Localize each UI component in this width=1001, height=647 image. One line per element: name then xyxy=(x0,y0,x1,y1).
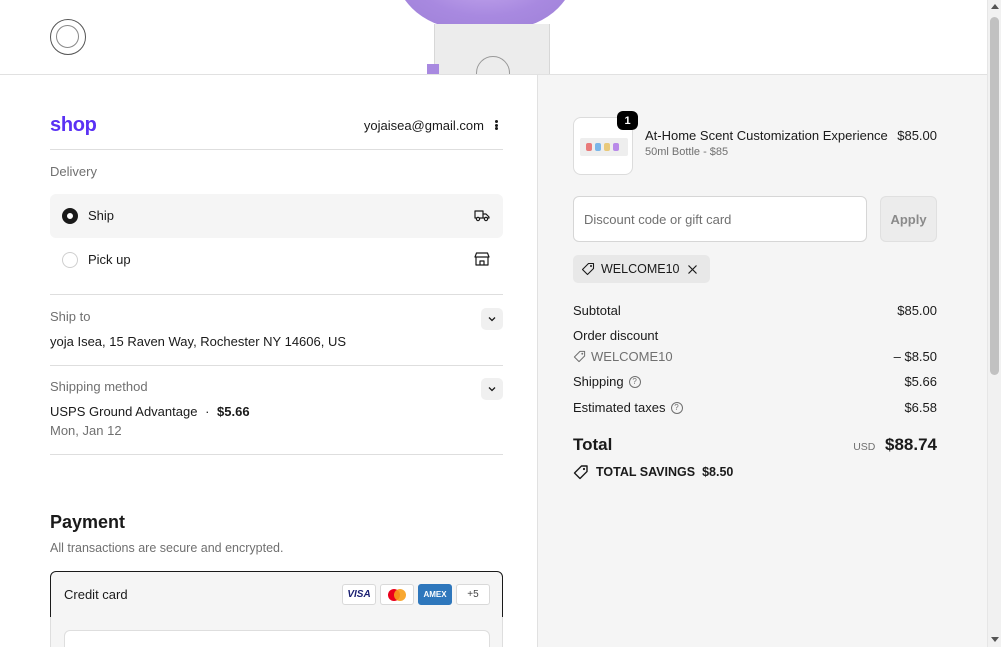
shipping-service: USPS Ground Advantage · $5.66 xyxy=(50,404,250,419)
ship-to-expand-button[interactable] xyxy=(481,308,503,330)
product-price: $85.00 xyxy=(897,128,937,143)
ship-label: Ship xyxy=(88,208,115,223)
olfactory-logo-icon[interactable] xyxy=(50,19,86,55)
card-number-field[interactable] xyxy=(64,630,490,647)
shipping-service-price: $5.66 xyxy=(217,404,250,419)
savings-tag-icon xyxy=(573,465,588,480)
shop-pay-logo: shop xyxy=(50,114,97,136)
header-banner-image xyxy=(380,0,590,74)
delivery-label: Delivery xyxy=(50,164,97,179)
question-icon[interactable]: ? xyxy=(628,375,641,388)
total-label: Total xyxy=(573,435,613,454)
quantity-badge: 1 xyxy=(617,111,638,130)
kebab-menu-icon[interactable] xyxy=(488,117,504,133)
tag-icon xyxy=(581,262,595,276)
order-discount-code-row: WELCOME10 – $8.50 xyxy=(573,349,937,364)
taxes-label-wrap: Estimated taxes ? xyxy=(573,400,683,415)
more-cards-badge: +5 xyxy=(456,584,490,605)
order-discount-value: – $8.50 xyxy=(893,349,937,364)
apply-discount-button[interactable]: Apply xyxy=(880,196,937,242)
delivery-option-ship[interactable]: Ship xyxy=(50,194,503,238)
ship-radio[interactable] xyxy=(62,208,78,224)
shipping-service-name: USPS Ground Advantage xyxy=(50,404,198,419)
question-icon[interactable]: ? xyxy=(670,401,683,414)
shipping-method-expand-button[interactable] xyxy=(481,378,503,400)
total-currency: USD xyxy=(853,441,876,453)
total-row: Total USD $88.74 xyxy=(573,435,937,455)
checkout-form: shop yojaisea@gmail.com Delivery Ship Pi… xyxy=(0,75,537,647)
product-name: At-Home Scent Customization Experience xyxy=(645,128,888,143)
divider xyxy=(50,149,503,150)
chevron-down-icon xyxy=(488,317,496,322)
ship-to-label: Ship to xyxy=(50,309,91,324)
total-value: $88.74 xyxy=(885,435,937,454)
product-variant: 50ml Bottle - $85 xyxy=(645,146,729,158)
credit-card-label: Credit card xyxy=(64,587,128,602)
ribbon-image xyxy=(427,64,439,74)
pickup-label: Pick up xyxy=(88,252,131,267)
visa-icon: VISA xyxy=(342,584,376,605)
delivery-option-pickup[interactable]: Pick up xyxy=(50,238,503,282)
logo-inner-ring xyxy=(56,25,79,48)
scroll-up-arrow-icon[interactable] xyxy=(991,4,999,9)
applied-discount-code: WELCOME10 xyxy=(601,262,680,276)
remove-discount-close-icon[interactable] xyxy=(686,262,700,276)
pickup-radio[interactable] xyxy=(62,252,78,268)
payment-title: Payment xyxy=(50,512,126,532)
shipping-value: $5.66 xyxy=(904,374,937,389)
subtotal-row: Subtotal $85.00 xyxy=(573,303,937,318)
taxes-label: Estimated taxes xyxy=(573,400,666,415)
discount-code-input[interactable] xyxy=(573,196,867,242)
chevron-down-icon xyxy=(488,387,496,392)
delivery-date: Mon, Jan 12 xyxy=(50,423,122,438)
divider xyxy=(50,365,503,366)
tag-icon xyxy=(573,350,586,363)
payment-subtitle: All transactions are secure and encrypte… xyxy=(50,541,284,555)
savings-value: $8.50 xyxy=(702,465,734,479)
card-brand-logos: VISA AMEX +5 xyxy=(342,584,490,605)
order-discount-row: Order discount xyxy=(573,328,937,343)
separator-dot: · xyxy=(205,404,210,419)
ship-to-address: yoja Isea, 15 Raven Way, Rochester NY 14… xyxy=(50,334,347,349)
total-amount: USD $88.74 xyxy=(853,435,937,455)
product-vials-image xyxy=(586,143,619,151)
order-discount-code: WELCOME10 xyxy=(573,349,673,364)
credit-card-fields xyxy=(50,617,503,647)
page-scrollbar[interactable] xyxy=(987,0,1001,647)
amex-icon: AMEX xyxy=(418,584,452,605)
credit-card-option[interactable]: Credit card VISA AMEX +5 xyxy=(50,571,503,618)
taxes-row: Estimated taxes ? $6.58 xyxy=(573,400,937,415)
shipping-row: Shipping ? $5.66 xyxy=(573,374,937,389)
divider xyxy=(50,454,503,455)
divider xyxy=(50,294,503,295)
shipping-method-label: Shipping method xyxy=(50,379,148,394)
shipping-label-wrap: Shipping ? xyxy=(573,374,641,389)
total-savings: TOTAL SAVINGS $8.50 xyxy=(573,464,733,480)
savings-label: TOTAL SAVINGS xyxy=(596,465,696,479)
order-discount-label: Order discount xyxy=(573,328,659,343)
taxes-value: $6.58 xyxy=(904,400,937,415)
subtotal-label: Subtotal xyxy=(573,303,621,318)
order-summary: 1 At-Home Scent Customization Experience… xyxy=(537,75,987,647)
order-discount-code-text: WELCOME10 xyxy=(591,349,673,364)
account-email: yojaisea@gmail.com xyxy=(363,118,484,133)
mastercard-icon xyxy=(380,584,414,605)
store-header xyxy=(0,0,987,75)
scrollbar-thumb[interactable] xyxy=(990,17,999,375)
subtotal-value: $85.00 xyxy=(897,303,937,318)
scroll-down-arrow-icon[interactable] xyxy=(991,637,999,642)
truck-icon xyxy=(474,210,490,222)
shipping-label: Shipping xyxy=(573,374,624,389)
store-icon xyxy=(474,252,490,266)
applied-discount-chip: WELCOME10 xyxy=(573,255,710,283)
